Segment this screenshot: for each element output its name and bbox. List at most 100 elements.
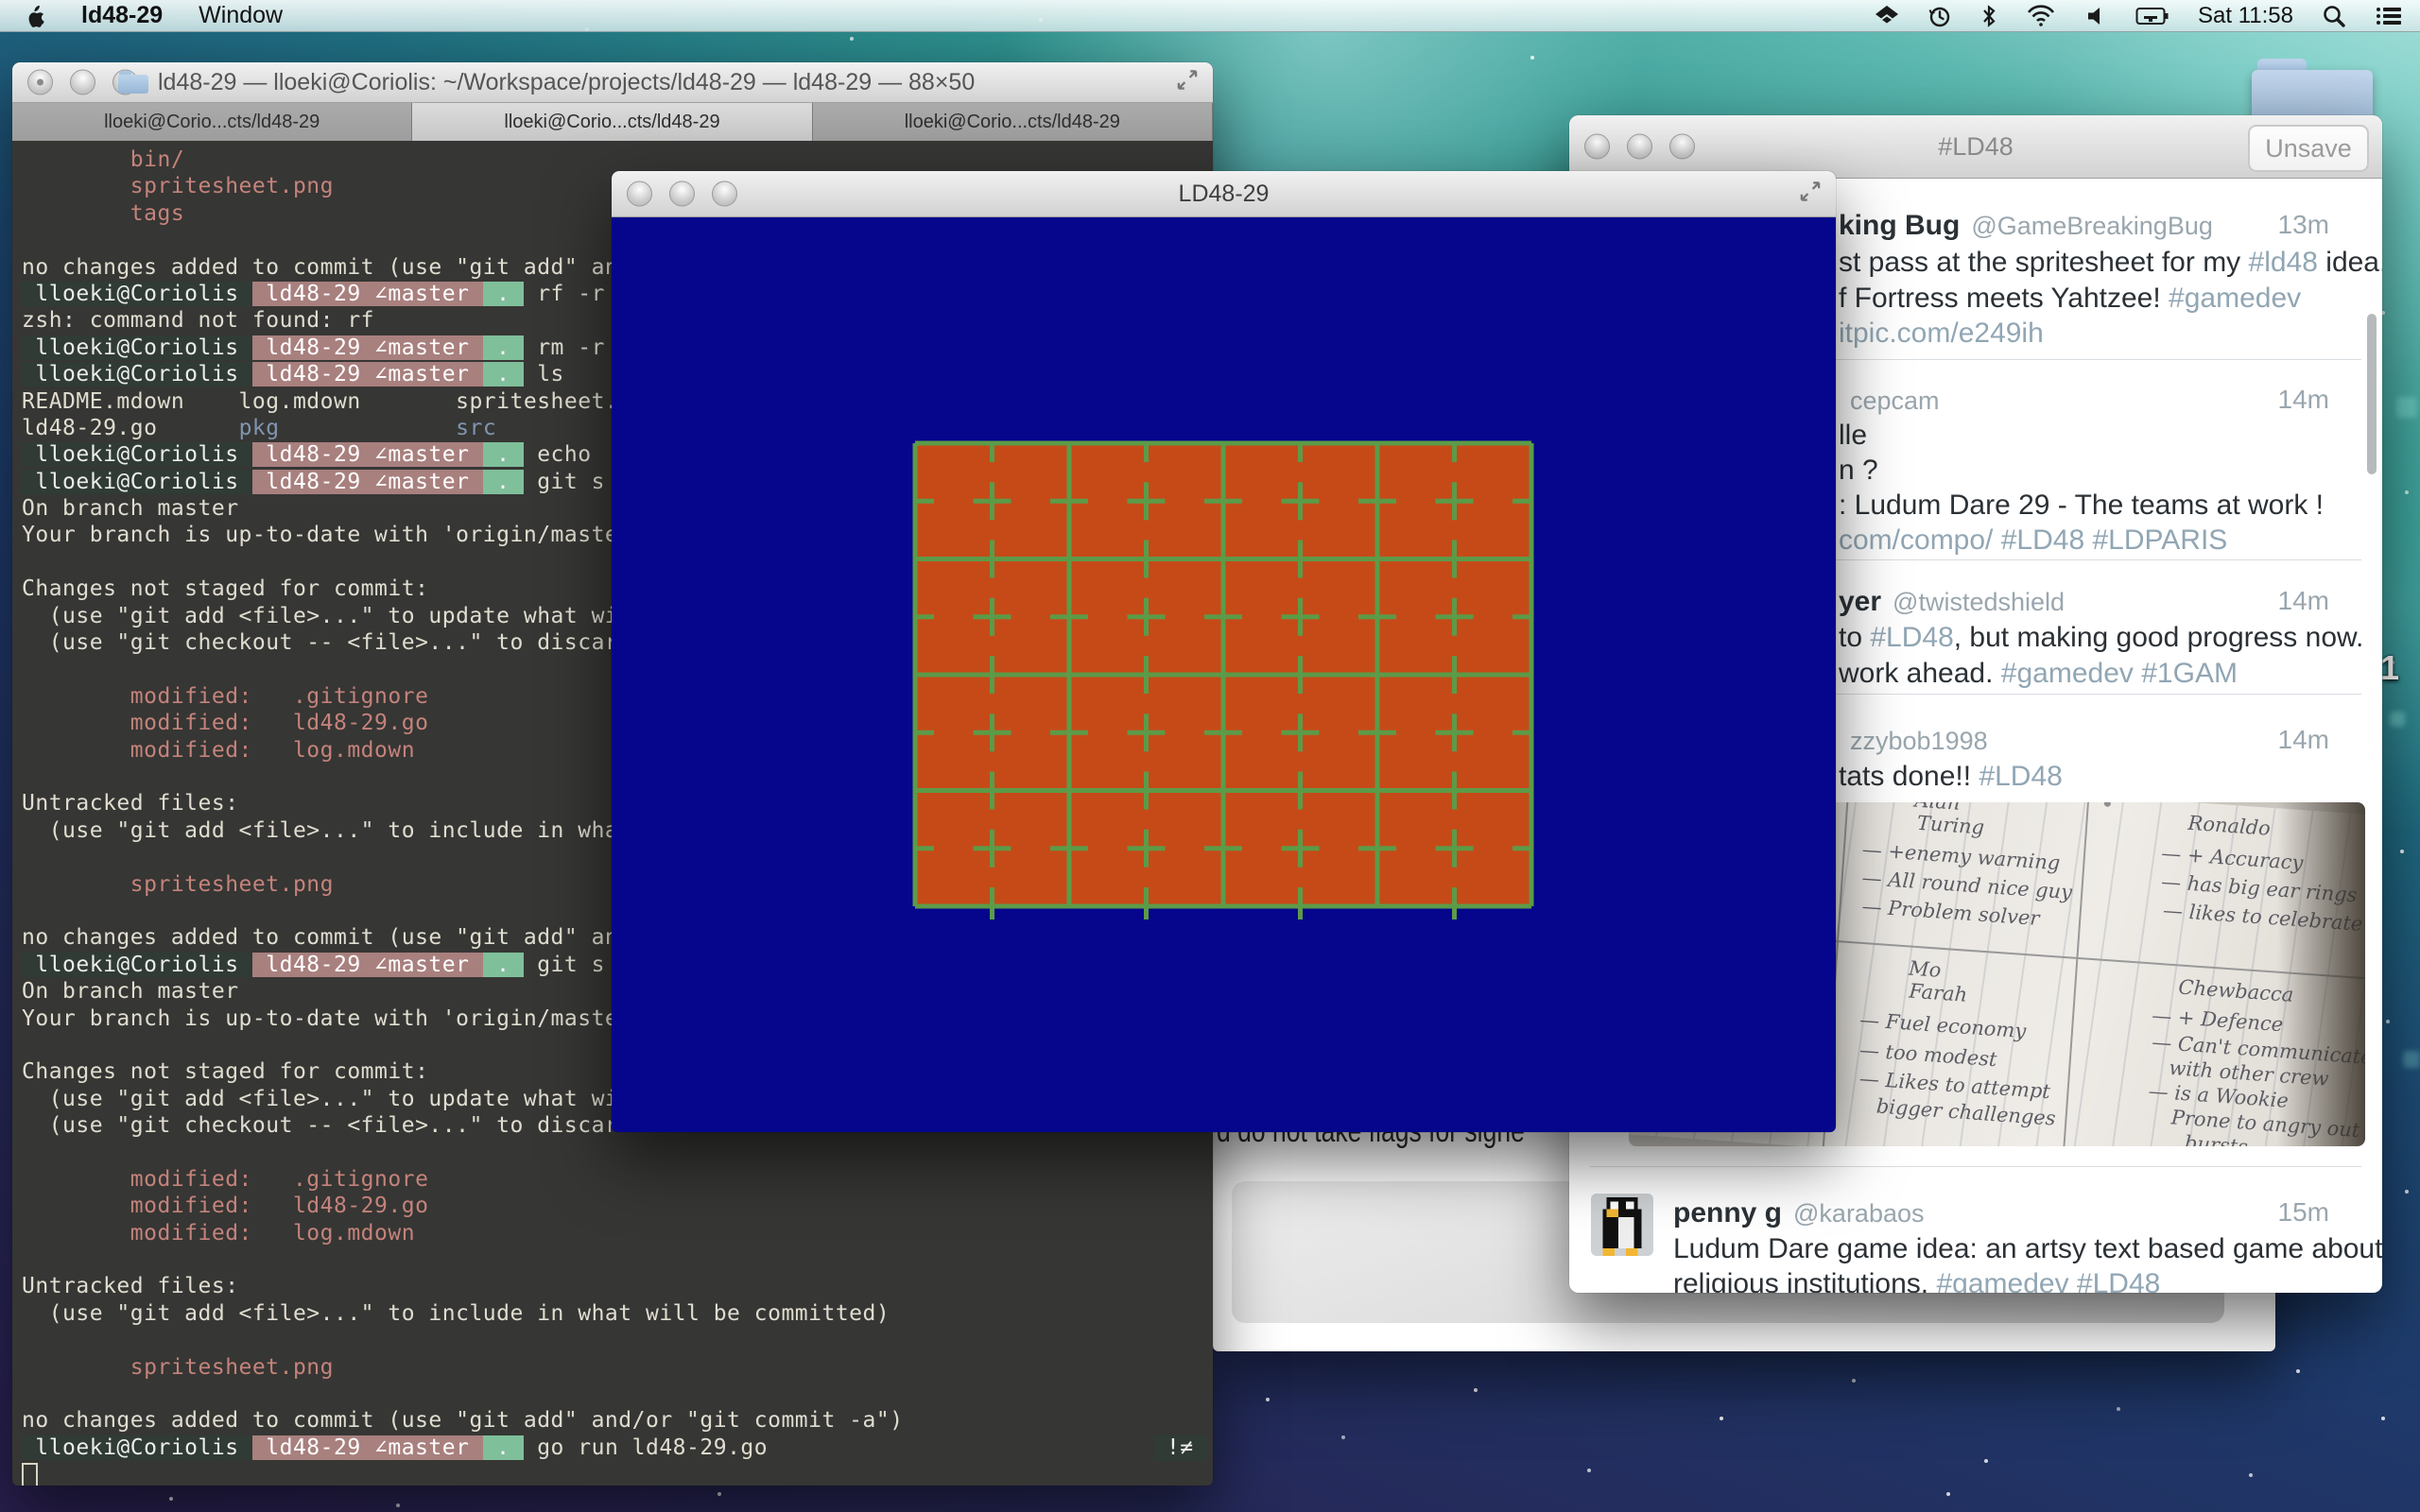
terminal-text: src bbox=[456, 416, 496, 440]
tweet-header: king Bug @GameBreakingBug bbox=[1839, 210, 2213, 242]
prompt-status: . bbox=[483, 362, 524, 387]
battery-icon[interactable] bbox=[2135, 5, 2169, 27]
terminal-tab[interactable]: lloeki@Corio...cts/ld48-29 bbox=[412, 103, 812, 141]
photo-handwriting: — too modest bbox=[1858, 1039, 1997, 1071]
photo-handwriting: Farah bbox=[1909, 980, 1968, 1006]
prompt-command: git s bbox=[524, 470, 605, 494]
terminal-text: Untracked files: bbox=[22, 1274, 239, 1298]
twitter-titlebar[interactable]: #LD48 Unsave bbox=[1569, 115, 2382, 179]
terminal-text: ld48-29.go bbox=[22, 416, 239, 440]
tweet-author[interactable]: king Bug bbox=[1839, 210, 1960, 241]
prompt-command: go run ld48-29.go bbox=[524, 1435, 768, 1460]
photo-handwriting: — + Accuracy bbox=[2161, 842, 2305, 874]
tweet-link[interactable]: #LD48 bbox=[1979, 761, 2062, 792]
tweet-text-run: tats done!! bbox=[1839, 761, 1979, 792]
tweet-timestamp: 13m bbox=[2278, 210, 2329, 240]
game-window[interactable]: LD48-29 bbox=[612, 171, 1836, 1132]
photo-column-line bbox=[2062, 802, 2089, 1146]
terminal-text bbox=[280, 416, 457, 440]
prompt-command: ls bbox=[524, 362, 564, 387]
terminal-text: spritesheet.png bbox=[22, 174, 334, 198]
terminal-tab[interactable]: lloeki@Corio...cts/ld48-29 bbox=[12, 103, 412, 141]
tweet-text: : Ludum Dare 29 - The teams at work ! bbox=[1839, 490, 2324, 522]
terminal-title: ld48-29 — lloeki@Coriolis: ~/Workspace/p… bbox=[12, 62, 1213, 102]
terminal-text: tags bbox=[22, 201, 184, 226]
terminal-line: bin/ bbox=[22, 146, 1213, 173]
tweet-text-run: Ludum Dare game idea: an artsy text base… bbox=[1673, 1233, 2382, 1264]
tweet-text-run: lle bbox=[1839, 420, 1867, 451]
tweet-handle[interactable]: @karabaos bbox=[1793, 1199, 1924, 1228]
prompt-status: . bbox=[483, 953, 524, 977]
tweet-handle[interactable]: zzybob1998 bbox=[1850, 727, 1988, 755]
prompt-branch: ld48-29 ∠master bbox=[252, 953, 483, 977]
terminal-line bbox=[22, 1381, 1213, 1407]
terminal-text: On branch master bbox=[22, 979, 239, 1004]
prompt-status: . bbox=[483, 442, 524, 467]
active-app-name[interactable]: ld48-29 bbox=[81, 2, 163, 29]
volume-icon[interactable] bbox=[2084, 4, 2107, 28]
terminal-tab-bar: lloeki@Corio...cts/ld48-29lloeki@Corio..… bbox=[12, 103, 1213, 142]
prompt-user: lloeki@Coriolis bbox=[22, 953, 252, 977]
tweet-handle[interactable]: @twistedshield bbox=[1893, 588, 2065, 616]
tweet-text: n ? bbox=[1839, 455, 1878, 487]
prompt-command: echo bbox=[524, 442, 605, 467]
wifi-icon[interactable] bbox=[2026, 4, 2056, 28]
apple-menu-icon[interactable] bbox=[23, 3, 45, 29]
terminal-text: modified: log.mdown bbox=[22, 1221, 415, 1246]
game-titlebar[interactable]: LD48-29 bbox=[612, 171, 1836, 217]
photo-handwriting: Chewbacca bbox=[2178, 975, 2294, 1005]
tweet-link[interactable]: #LD48 bbox=[1870, 622, 1953, 653]
tweet-timestamp: 14m bbox=[2278, 385, 2329, 415]
notification-center-icon[interactable] bbox=[2375, 4, 2403, 28]
terminal-line: (use "git add <file>..." to include in w… bbox=[22, 1300, 1213, 1327]
tweet-link[interactable]: #LDPARIS bbox=[2092, 524, 2227, 556]
menu-item-window[interactable]: Window bbox=[199, 2, 283, 29]
tweet-link[interactable]: #gamedev bbox=[1936, 1268, 2068, 1293]
tweet-author[interactable]: yer bbox=[1839, 586, 1881, 617]
tweet-timestamp: 14m bbox=[2278, 586, 2329, 616]
scrollbar-thumb[interactable] bbox=[2367, 314, 2377, 474]
dropbox-icon[interactable] bbox=[1875, 4, 1899, 28]
tweet-link[interactable]: #gamedev bbox=[2001, 658, 2134, 689]
prompt-status: . bbox=[483, 470, 524, 494]
tweet-link[interactable]: #LD48 bbox=[2077, 1268, 2160, 1293]
bluetooth-icon[interactable] bbox=[1980, 3, 1997, 29]
stray-badge: 1 bbox=[2380, 648, 2399, 688]
tweet-text: Ludum Dare game idea: an artsy text base… bbox=[1673, 1233, 2382, 1265]
tweet-link[interactable]: #gamedev bbox=[2169, 283, 2301, 314]
tweet-link[interactable]: #1GAM bbox=[2141, 658, 2238, 689]
time-machine-icon[interactable] bbox=[1927, 4, 1952, 28]
tweet-link[interactable]: #ld48 bbox=[2249, 247, 2318, 278]
spritesheet-grid bbox=[915, 443, 1531, 906]
tweet-header: penny g @karabaos bbox=[1673, 1197, 1925, 1229]
tweet-link[interactable]: itpic.com/e249ih bbox=[1839, 318, 2044, 349]
prompt-user: lloeki@Coriolis bbox=[22, 442, 252, 467]
spotlight-icon[interactable] bbox=[2322, 4, 2346, 28]
expand-icon[interactable] bbox=[1798, 180, 1823, 209]
terminal-text: modified: ld48-29.go bbox=[22, 711, 428, 735]
tweet-separator bbox=[1590, 1166, 2361, 1167]
unsave-button[interactable]: Unsave bbox=[2248, 125, 2369, 172]
tweet-link[interactable]: #LD48 bbox=[2001, 524, 2084, 556]
tweet-text-run bbox=[2069, 1268, 2077, 1293]
expand-icon[interactable] bbox=[1175, 68, 1200, 97]
tweet-link[interactable]: com/compo/ bbox=[1839, 524, 2001, 556]
terminal-text: bin/ bbox=[22, 147, 184, 172]
terminal-tab[interactable]: lloeki@Corio...cts/ld48-29 bbox=[813, 103, 1213, 141]
terminal-text: no changes added to commit (use "git add… bbox=[22, 255, 618, 280]
terminal-text: Your branch is up-to-date with 'origin/m… bbox=[22, 523, 618, 547]
screen: 1 d do not take flags for signe ld48-29 … bbox=[0, 0, 2420, 1512]
tweet-text-run: n ? bbox=[1839, 455, 1878, 486]
photo-handwriting: Ronaldo bbox=[2187, 812, 2272, 840]
tweet-author[interactable]: penny g bbox=[1673, 1197, 1782, 1228]
tweet-text-run: religious institutions. bbox=[1673, 1268, 1936, 1293]
menu-clock[interactable]: Sat 11:58 bbox=[2198, 3, 2293, 29]
tweet-handle[interactable]: cepcam bbox=[1850, 387, 1940, 415]
prompt-status: . bbox=[483, 1435, 524, 1460]
terminal-line bbox=[22, 1139, 1213, 1165]
tweet-handle[interactable]: @GameBreakingBug bbox=[1971, 212, 2213, 240]
prompt-status: . bbox=[483, 282, 524, 306]
terminal-titlebar[interactable]: ld48-29 — lloeki@Coriolis: ~/Workspace/p… bbox=[12, 62, 1213, 103]
prompt-branch: ld48-29 ∠master bbox=[252, 362, 483, 387]
menu-bar: ld48-29 Window bbox=[0, 0, 2420, 32]
